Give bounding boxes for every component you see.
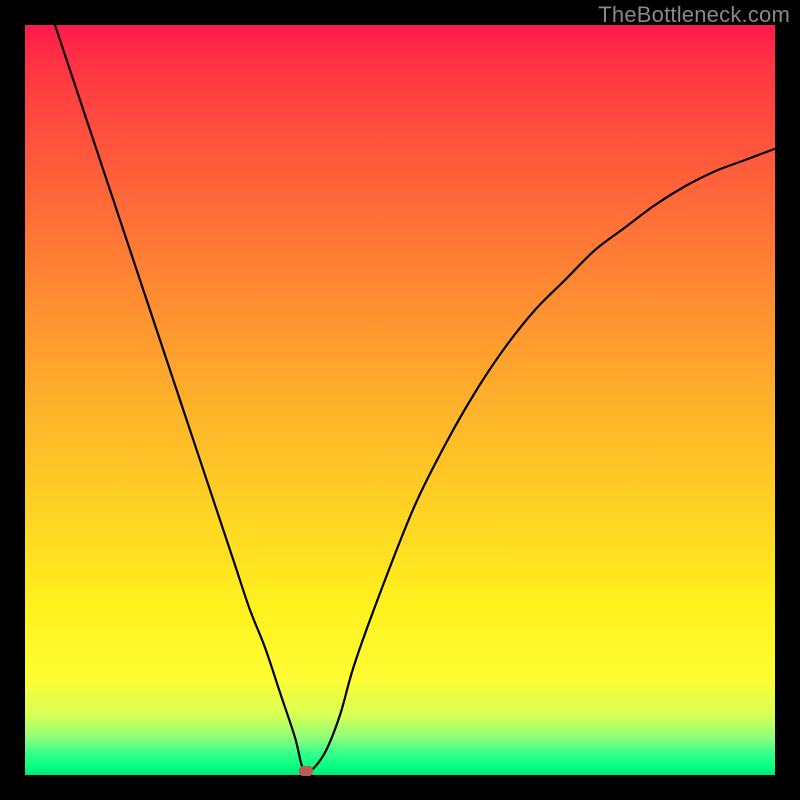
bottleneck-curve [55,25,775,773]
curve-layer [25,25,775,775]
chart-frame: TheBottleneck.com [0,0,800,800]
optimal-point-marker [299,766,313,776]
watermark-text: TheBottleneck.com [598,2,790,28]
